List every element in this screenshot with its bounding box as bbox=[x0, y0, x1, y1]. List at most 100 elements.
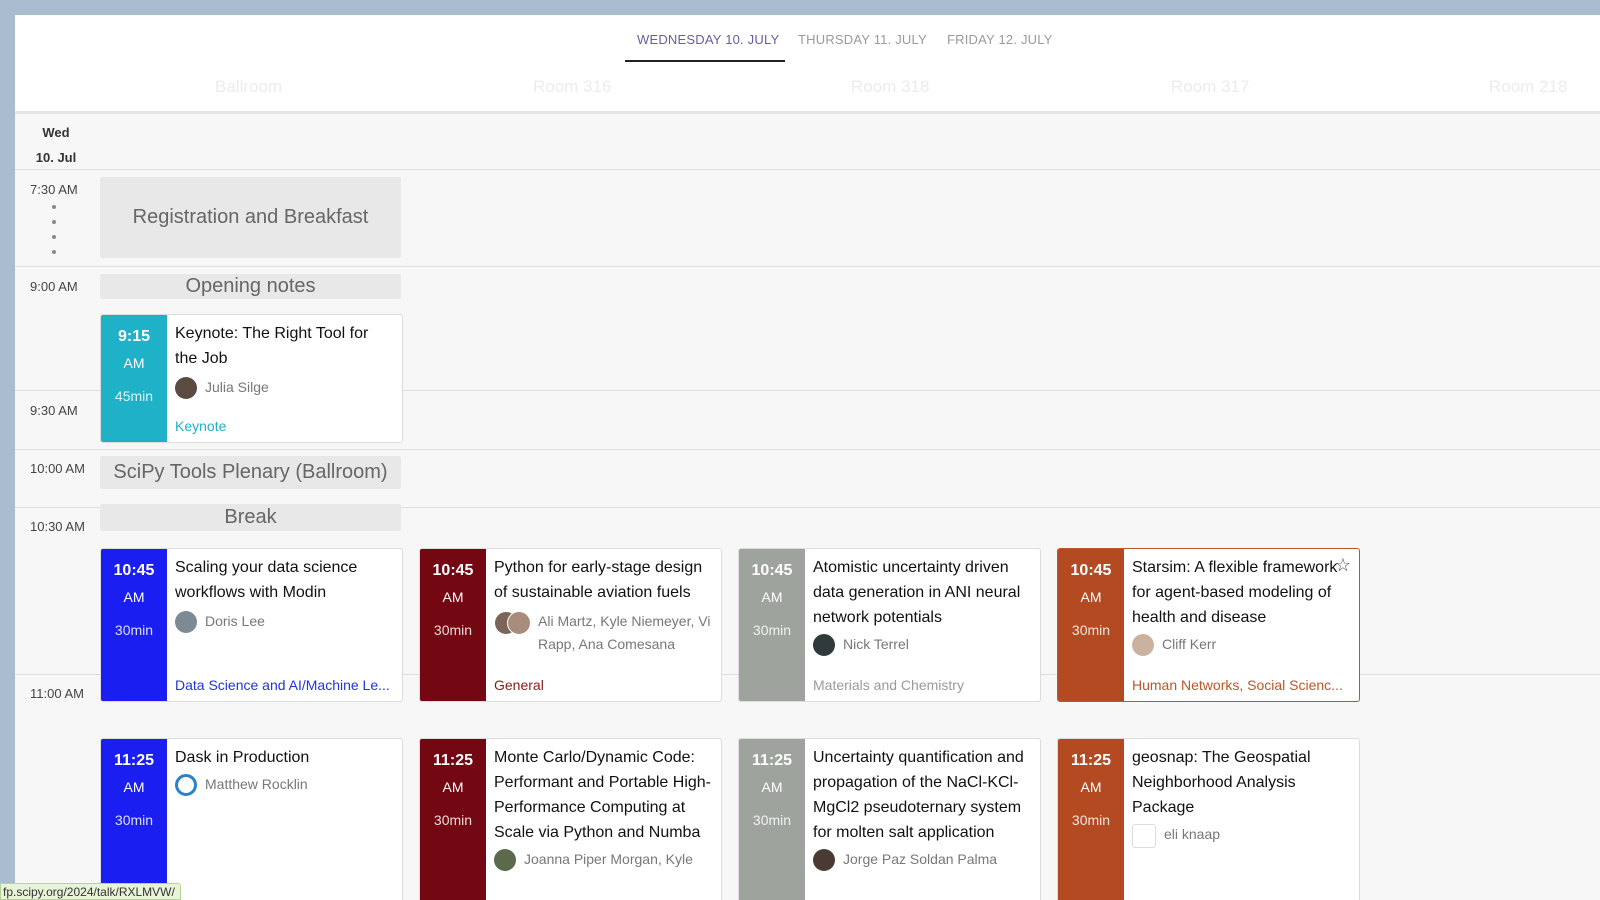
talk-title: Dask in Production bbox=[175, 749, 310, 766]
gap-dot bbox=[52, 205, 56, 209]
talk-speaker: Matthew Rocklin bbox=[175, 773, 394, 796]
talk-card-starsim[interactable]: 10:45 AM 30min Starsim: A flexible frame… bbox=[1057, 548, 1360, 702]
talk-card-dask[interactable]: 11:25 AM 30min Dask in Production Matthe… bbox=[100, 738, 403, 900]
grid-line bbox=[15, 449, 1600, 450]
speaker-avatar bbox=[813, 634, 835, 656]
time-label: 11:00 AM bbox=[30, 686, 84, 701]
talk-ampm: AM bbox=[123, 779, 145, 795]
gap-dot bbox=[52, 235, 56, 239]
room-header: Ballroom Room 316 Room 318 Room 317 Room… bbox=[15, 77, 1600, 101]
speaker-avatar bbox=[1132, 634, 1154, 656]
talk-body: Python for early-stage design of sustain… bbox=[486, 549, 721, 701]
tab-wednesday[interactable]: WEDNESDAY 10. JULY bbox=[637, 32, 779, 47]
star-outline-icon[interactable]: ☆ bbox=[1335, 555, 1351, 576]
talk-card-geosnap[interactable]: 11:25 AM 30min geosnap: The Geospatial N… bbox=[1057, 738, 1360, 900]
status-bar-url: fp.scipy.org/2024/talk/RXLMVW/ bbox=[0, 883, 181, 900]
schedule-grid: Wed 10. Jul 7:30 AM 9:00 AM 9:30 AM 10:0… bbox=[15, 114, 1600, 900]
talk-speaker: Julia Silge bbox=[175, 376, 394, 399]
talk-start-time: 10:45 bbox=[1070, 562, 1112, 579]
talk-time-badge: 10:45 AM 30min bbox=[739, 549, 805, 701]
gap-dot bbox=[52, 250, 56, 254]
speaker-name: Julia Silge bbox=[205, 379, 269, 395]
speaker-avatar bbox=[494, 849, 516, 871]
talk-body: Monte Carlo/Dynamic Code: Performant and… bbox=[486, 739, 721, 900]
talk-ampm: AM bbox=[123, 355, 145, 371]
talk-speaker: Jorge Paz Soldan Palma bbox=[813, 848, 1032, 871]
talk-title: Uncertainty quantification and propagati… bbox=[813, 749, 1024, 841]
talk-start-time: 11:25 bbox=[1070, 752, 1112, 769]
talk-track: Human Networks, Social Scienc... bbox=[1132, 677, 1343, 693]
room-316: Room 316 bbox=[533, 77, 612, 96]
talk-track: Keynote bbox=[175, 418, 227, 434]
room-317: Room 317 bbox=[1171, 77, 1250, 96]
talk-start-time: 10:45 bbox=[751, 562, 793, 579]
talk-start-time: 11:25 bbox=[751, 752, 793, 769]
speaker-avatar bbox=[175, 611, 197, 633]
gap-dot bbox=[52, 220, 56, 224]
day-weekday: Wed bbox=[42, 125, 70, 140]
tab-thursday[interactable]: THURSDAY 11. JULY bbox=[798, 32, 927, 47]
speaker-name: eli knaap bbox=[1164, 826, 1221, 842]
talk-title: geosnap: The Geospatial Neighborhood Ana… bbox=[1132, 749, 1311, 816]
talk-speaker: eli knaap bbox=[1132, 823, 1351, 848]
talk-card-uncertainty[interactable]: 11:25 AM 30min Uncertainty quantificatio… bbox=[738, 738, 1041, 900]
talk-duration: 30min bbox=[1071, 622, 1111, 638]
speaker-avatars bbox=[494, 611, 531, 635]
talk-title: Keynote: The Right Tool for the Job bbox=[175, 325, 369, 367]
speaker-avatar bbox=[813, 849, 835, 871]
talk-card-aviation[interactable]: 10:45 AM 30min Python for early-stage de… bbox=[419, 548, 722, 702]
schedule-frame: WEDNESDAY 10. JULY THURSDAY 11. JULY FRI… bbox=[15, 15, 1600, 900]
talk-ampm: AM bbox=[442, 589, 464, 605]
talk-start-time: 11:25 bbox=[432, 752, 474, 769]
speaker-name: Jorge Paz Soldan Palma bbox=[843, 851, 998, 867]
talk-body: Atomistic uncertainty driven data genera… bbox=[805, 549, 1040, 701]
time-label: 10:00 AM bbox=[30, 461, 85, 476]
grid-line bbox=[15, 266, 1600, 267]
talk-body: Starsim: A flexible framework for agent-… bbox=[1124, 549, 1359, 701]
tab-friday[interactable]: FRIDAY 12. JULY bbox=[947, 32, 1053, 47]
talk-duration: 45min bbox=[114, 388, 154, 404]
speaker-name: Nick Terrel bbox=[843, 636, 909, 652]
talk-duration: 30min bbox=[433, 622, 473, 638]
talk-track: Data Science and AI/Machine Le... bbox=[175, 677, 390, 693]
talk-speaker: Cliff Kerr bbox=[1132, 633, 1351, 656]
broken-image-icon bbox=[1132, 824, 1156, 848]
talk-card-atomistic[interactable]: 10:45 AM 30min Atomistic uncertainty dri… bbox=[738, 548, 1041, 702]
talk-body: Scaling your data science workflows with… bbox=[167, 549, 402, 701]
talk-title: Python for early-stage design of sustain… bbox=[494, 559, 703, 601]
talk-duration: 30min bbox=[433, 812, 473, 828]
talk-speaker: Ali Martz, Kyle Niemeyer, Vi Rapp, Ana C… bbox=[494, 610, 713, 656]
talk-track: Materials and Chemistry bbox=[813, 677, 964, 693]
talk-start-time: 9:15 bbox=[117, 328, 151, 345]
talk-body: geosnap: The Geospatial Neighborhood Ana… bbox=[1124, 739, 1359, 900]
talk-duration: 30min bbox=[752, 812, 792, 828]
active-tab-underline bbox=[625, 60, 785, 62]
speaker-names: Ali Martz, Kyle Niemeyer, Vi Rapp, Ana C… bbox=[538, 613, 711, 652]
time-label: 10:30 AM bbox=[30, 519, 85, 534]
day-date: 10. Jul bbox=[35, 150, 77, 165]
talk-card-montecarlo[interactable]: 11:25 AM 30min Monte Carlo/Dynamic Code:… bbox=[419, 738, 722, 900]
talk-speaker: Doris Lee bbox=[175, 610, 394, 633]
talk-title: Scaling your data science workflows with… bbox=[175, 559, 358, 601]
dask-logo-icon bbox=[175, 774, 197, 796]
talk-duration: 30min bbox=[752, 622, 792, 638]
talk-ampm: AM bbox=[1080, 589, 1102, 605]
talk-time-badge: 10:45 AM 30min bbox=[420, 549, 486, 701]
opening-notes-block: Opening notes bbox=[100, 274, 401, 299]
talk-card-keynote[interactable]: 9:15 AM 45min Keynote: The Right Tool fo… bbox=[100, 314, 403, 443]
break-block: Break bbox=[100, 504, 401, 531]
talk-speaker: Joanna Piper Morgan, Kyle bbox=[494, 848, 713, 871]
talk-card-modin[interactable]: 10:45 AM 30min Scaling your data science… bbox=[100, 548, 403, 702]
talk-start-time: 10:45 bbox=[113, 562, 155, 579]
talk-start-time: 10:45 bbox=[432, 562, 474, 579]
time-label: 9:30 AM bbox=[30, 403, 78, 418]
talk-ampm: AM bbox=[1080, 779, 1102, 795]
talk-title: Atomistic uncertainty driven data genera… bbox=[813, 559, 1021, 626]
talk-start-time: 11:25 bbox=[113, 752, 155, 769]
time-label: 7:30 AM bbox=[30, 182, 78, 197]
talk-duration: 30min bbox=[1071, 812, 1111, 828]
talk-track: General bbox=[494, 677, 544, 693]
speaker-names: Joanna Piper Morgan, Kyle bbox=[524, 851, 693, 867]
speaker-name: Matthew Rocklin bbox=[205, 776, 308, 792]
talk-body: Dask in Production Matthew Rocklin bbox=[167, 739, 402, 900]
